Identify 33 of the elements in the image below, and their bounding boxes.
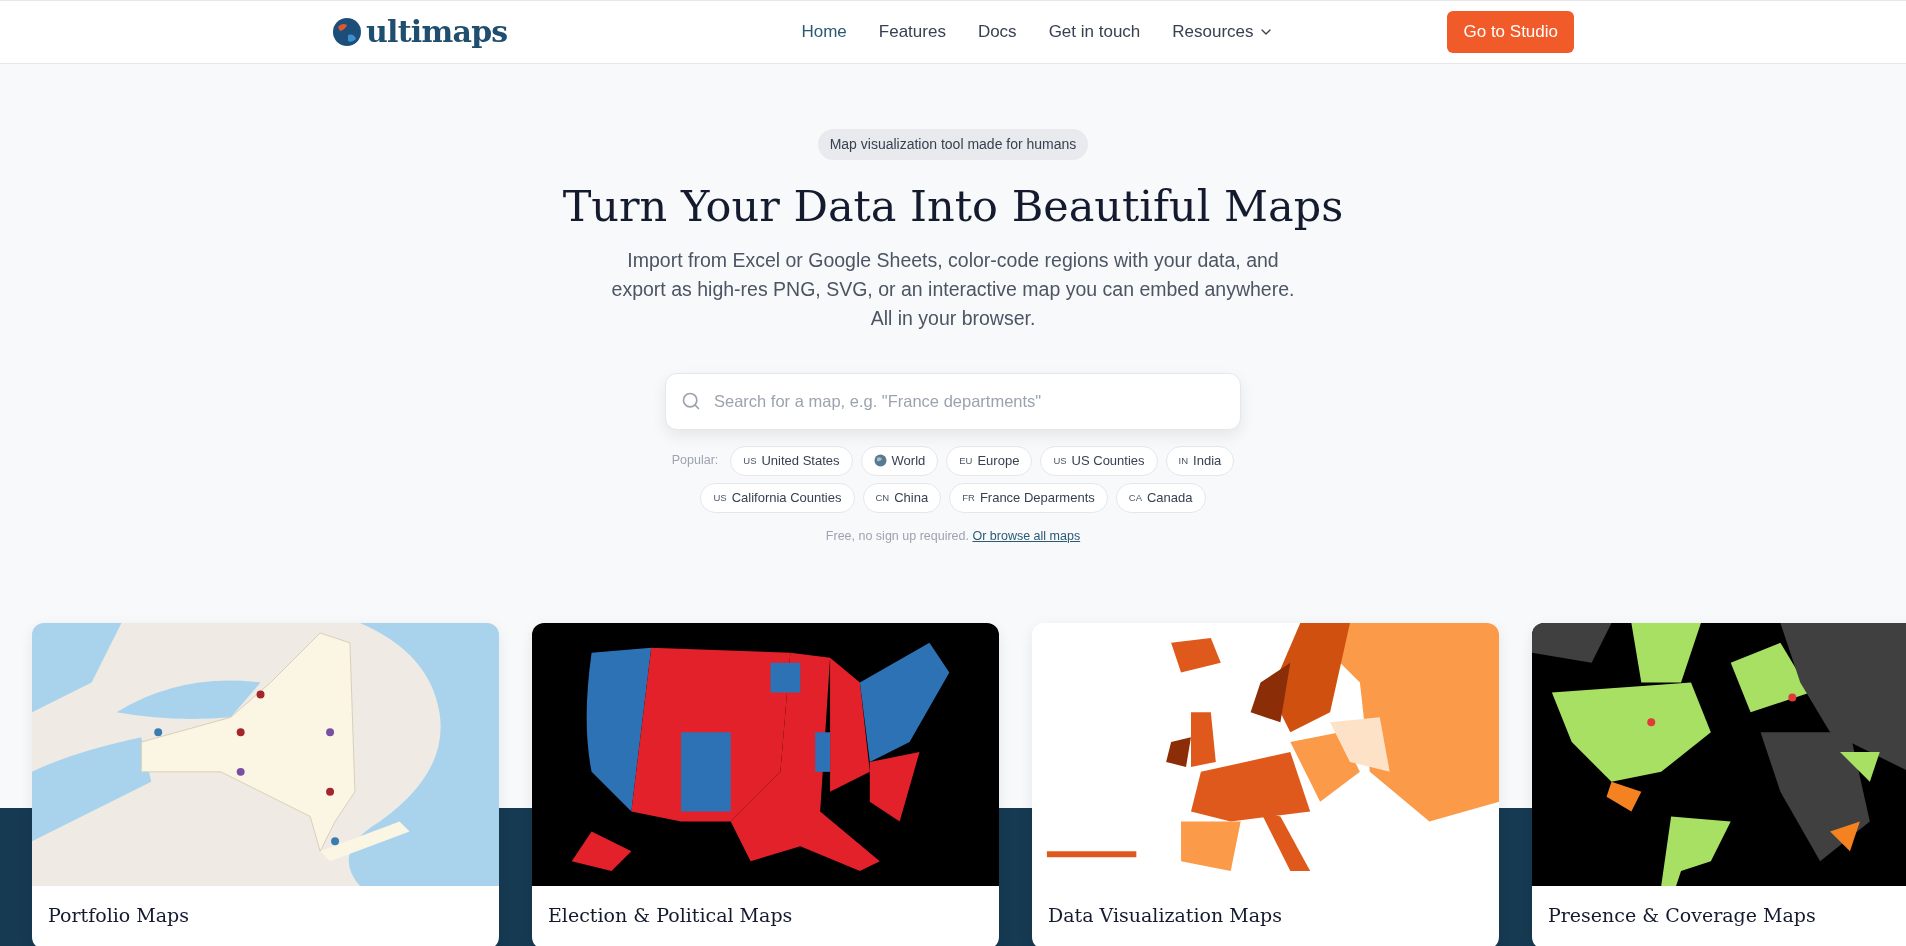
nav-link[interactable]: Docs (977, 19, 1017, 45)
signup-note: Free, no sign up required. Or browse all maps (825, 527, 1081, 545)
map-chip[interactable]: IN India (1165, 445, 1235, 476)
card-title: Election & Political Maps (548, 903, 793, 926)
map-chip[interactable]: World (860, 445, 939, 476)
map-card[interactable]: Presence & Coverage Maps (1532, 622, 1906, 946)
map-chip[interactable]: US United States (730, 445, 853, 476)
map-chip[interactable]: FR France Deparments (949, 482, 1108, 513)
nav-link[interactable]: Features (878, 19, 946, 45)
card-title: Portfolio Maps (48, 903, 189, 926)
popular-label: Popular: (671, 452, 719, 470)
map-card[interactable]: Election & Political Maps (532, 622, 999, 946)
browse-maps-link[interactable]: Or browse all maps (972, 528, 1081, 543)
nav-link[interactable]: Resources (1172, 19, 1274, 45)
globe-icon (873, 454, 887, 468)
map-card[interactable]: Portfolio Maps (32, 622, 499, 946)
search-field[interactable]: Search for a map, e.g. "France departments" (665, 372, 1241, 430)
globe-logo-icon (332, 17, 362, 47)
map-chip[interactable]: CA Canada (1115, 482, 1206, 513)
logo-text[interactable]: ultimaps (366, 17, 508, 47)
map-chip[interactable]: US California Counties (700, 482, 855, 513)
map-chip[interactable]: US US Counties (1040, 445, 1158, 476)
tagline-badge: Map visualization tool made for humans (817, 129, 1089, 160)
nav-link[interactable]: Home (801, 19, 847, 45)
nav-link[interactable]: Get in touch (1048, 19, 1141, 45)
map-card[interactable]: Data Visualization Maps (1032, 622, 1499, 946)
map-chip[interactable]: EU Europe (946, 445, 1033, 476)
hero-description: Import from Excel or Google Sheets, color-code regions with your data, and export as high-res PNG, SVG, or an interactive map you can embed anywhere. All in your browser. (611, 247, 1295, 331)
search-icon (681, 390, 701, 411)
map-chip[interactable]: CN China (862, 482, 942, 513)
card-title: Data Visualization Maps (1048, 903, 1282, 926)
card-title: Presence & Coverage Maps (1548, 903, 1816, 926)
hero-heading: Turn Your Data Into Beautiful Maps (562, 180, 1344, 233)
